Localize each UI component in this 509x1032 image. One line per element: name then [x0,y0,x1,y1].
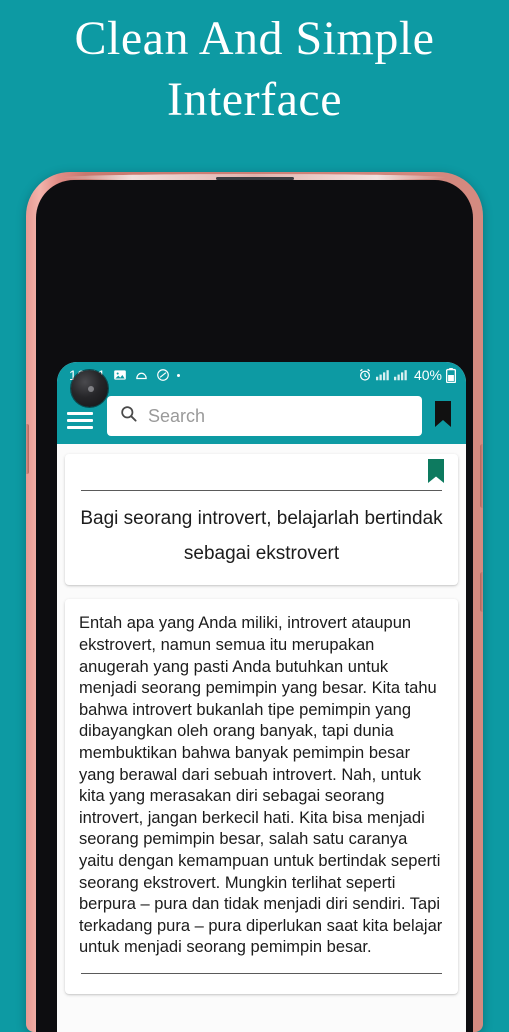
dot-icon [176,373,180,377]
article-title: Bagi seorang introvert, belajarlah berti… [80,508,443,565]
article-body-card: Entah apa yang Anda miliki, introvert at… [65,599,458,995]
bookmark-icon[interactable] [432,400,454,433]
front-camera-punch-hole [71,370,108,407]
shield-check-icon [156,368,170,382]
menu-icon[interactable] [67,409,97,431]
battery-percent: 40% [413,367,442,383]
article-body-text: Entah apa yang Anda miliki, introvert at… [79,614,443,957]
menu-icon-line [67,425,93,429]
app-bar: Search [57,370,466,444]
article-title-card[interactable]: Bagi seorang introvert, belajarlah berti… [65,454,458,586]
signal-bars-icon [393,369,408,381]
status-bar: 16:21 [57,362,466,388]
article-content: Bagi seorang introvert, belajarlah berti… [57,444,466,1032]
promo-headline: Clean And Simple Interface [74,12,435,127]
search-placeholder: Search [148,405,206,426]
menu-icon-line [67,411,93,415]
phone-screen: 16:21 [57,362,466,1032]
left-side-button[interactable] [26,424,29,474]
cloud-icon [134,368,149,382]
photo-icon [113,368,127,382]
search-icon [119,404,138,428]
battery-icon [446,367,456,383]
phone-frame: 16:21 [26,172,483,1032]
search-input[interactable]: Search [107,396,422,436]
status-bar-right: 40% [358,367,456,383]
signal-bars-icon [375,369,390,381]
alarm-clock-icon [358,368,372,382]
power-button[interactable] [480,444,483,508]
bookmark-icon[interactable] [426,458,446,490]
title-card-toolbar [77,458,446,486]
title-divider [81,490,442,491]
body-divider [81,973,442,975]
volume-button[interactable] [480,572,483,612]
menu-icon-line [67,418,93,422]
